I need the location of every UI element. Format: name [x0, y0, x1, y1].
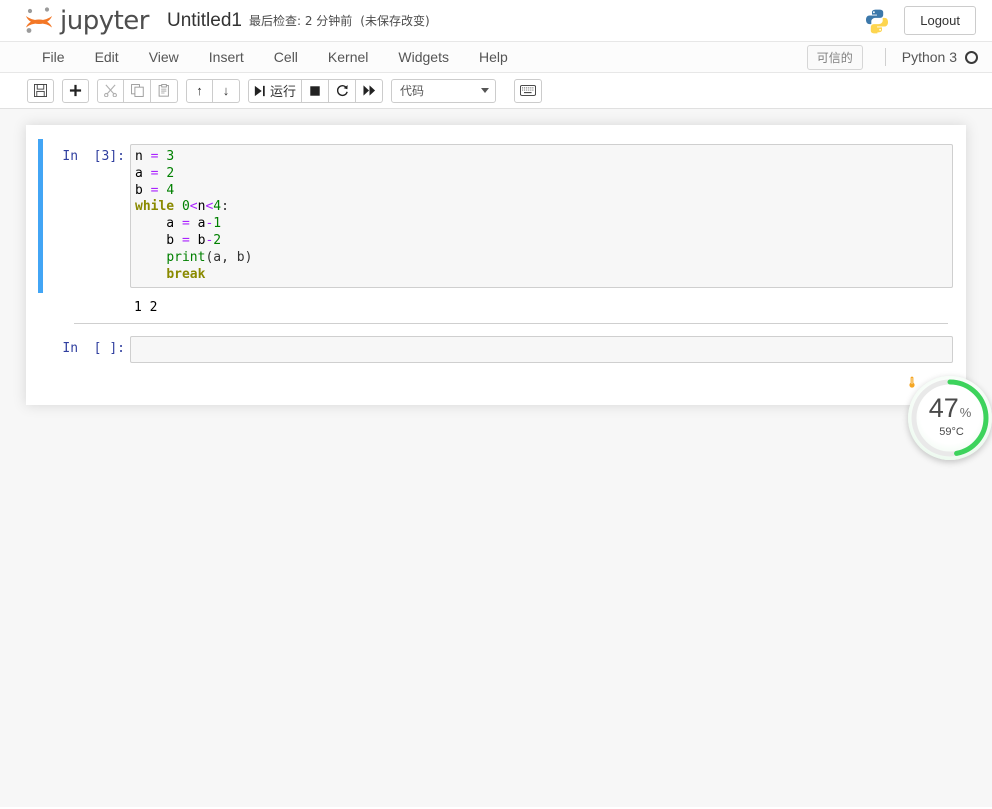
cell-type-value: 代码 — [400, 84, 425, 98]
checkpoint-status: 最后检查: 2 分钟前 — [248, 14, 353, 28]
keyboard-icon[interactable] — [514, 78, 543, 103]
cell-prompt-in-1: In [3]: — [62, 149, 125, 164]
cell-body-1: n = 3 a = 2 b = 4 while 0<n<4: a = a-1 b… — [130, 144, 953, 289]
kernel-indicator-group: Python 3 — [884, 48, 978, 66]
plus-icon[interactable] — [62, 78, 89, 103]
cpu-percent-sign: % — [959, 404, 972, 420]
trust-badge[interactable]: 可信的 — [806, 44, 863, 70]
menubar-right-group: 可信的 Python 3 — [806, 42, 992, 72]
toolbar-group-clipboard — [97, 78, 178, 103]
notebook-cell-2[interactable]: In [ ]: — [26, 324, 966, 368]
run-button[interactable]: 运行 — [248, 78, 303, 103]
toolbar-group-run: 运行 — [248, 78, 384, 103]
restart-icon[interactable] — [329, 78, 357, 103]
cpu-percent-row: 47 % — [928, 392, 972, 423]
menu-item-kernel[interactable]: Kernel — [313, 42, 383, 72]
toolbar-group-palette — [514, 78, 543, 103]
notebook-page: In [3]: n = 3 a = 2 b = 4 while 0<n<4: a… — [0, 109, 992, 807]
cell-output-wrapper-1: 1 2 — [26, 293, 966, 323]
save-icon[interactable] — [27, 78, 54, 103]
run-button-label: 运行 — [270, 85, 297, 100]
menu-item-help[interactable]: Help — [464, 42, 523, 72]
paste-icon[interactable] — [151, 78, 178, 103]
cpu-temperature-row: 59°C — [909, 376, 964, 438]
notebook-toolbar: ↑ ↓ 运行 代码 — [0, 73, 992, 109]
logout-button[interactable]: Logout — [904, 6, 976, 35]
cpu-temperature-value: 59°C — [939, 425, 964, 438]
header-right-group: Logout — [864, 6, 976, 35]
cell-prompt-in-2: In [ ]: — [62, 341, 125, 357]
cell-type-dropdown[interactable]: 代码 — [391, 78, 497, 103]
fast-forward-icon[interactable] — [356, 78, 384, 103]
cell-output-text-1: 1 2 — [134, 300, 158, 316]
notebook-cell-1[interactable]: In [3]: n = 3 a = 2 b = 4 while 0<n<4: a… — [26, 139, 966, 294]
move-down-icon[interactable]: ↓ — [213, 78, 240, 103]
code-source-1: n = 3 a = 2 b = 4 while 0<n<4: a = a-1 b… — [135, 149, 253, 282]
kernel-name-label: Python 3 — [901, 49, 957, 65]
stop-square-icon[interactable] — [302, 78, 330, 103]
code-input-area-1[interactable]: n = 3 a = 2 b = 4 while 0<n<4: a = a-1 b… — [130, 144, 953, 289]
cpu-usage-widget[interactable]: 47 % 59°C — [908, 376, 992, 460]
jupyter-logo-icon[interactable] — [22, 5, 56, 37]
toolbar-group-save — [27, 78, 54, 103]
code-input-area-2[interactable] — [130, 336, 953, 364]
jupyter-wordmark[interactable]: jupyter — [60, 6, 149, 36]
cell-prompt-out-1 — [31, 297, 130, 323]
copy-icon[interactable] — [124, 78, 151, 103]
notebook-title[interactable]: Untitled1 — [167, 10, 242, 32]
chevron-down-icon — [481, 88, 490, 93]
toolbar-group-insert — [62, 78, 89, 103]
menu-item-view[interactable]: View — [134, 42, 194, 72]
kernel-idle-circle-icon[interactable] — [965, 50, 978, 64]
notebook-container: In [3]: n = 3 a = 2 b = 4 while 0<n<4: a… — [26, 125, 966, 405]
menu-item-widgets[interactable]: Widgets — [383, 42, 464, 72]
cpu-percent-value: 47 — [928, 392, 959, 423]
app-header: jupyter Untitled1 最后检查: 2 分钟前 (未保存改变) Lo… — [0, 0, 992, 41]
menu-item-insert[interactable]: Insert — [194, 42, 259, 72]
python-logo-icon — [864, 8, 890, 34]
autosave-status: (未保存改变) — [360, 14, 430, 28]
menu-item-file[interactable]: File — [27, 42, 80, 72]
menu-bar: File Edit View Insert Cell Kernel Widget… — [0, 41, 992, 73]
menu-item-cell[interactable]: Cell — [259, 42, 313, 72]
toolbar-group-move: ↑ ↓ — [186, 78, 240, 103]
menu-item-edit[interactable]: Edit — [80, 42, 134, 72]
cell-body-2 — [130, 336, 953, 364]
move-up-icon[interactable]: ↑ — [186, 78, 213, 103]
scissors-icon[interactable] — [97, 78, 124, 103]
